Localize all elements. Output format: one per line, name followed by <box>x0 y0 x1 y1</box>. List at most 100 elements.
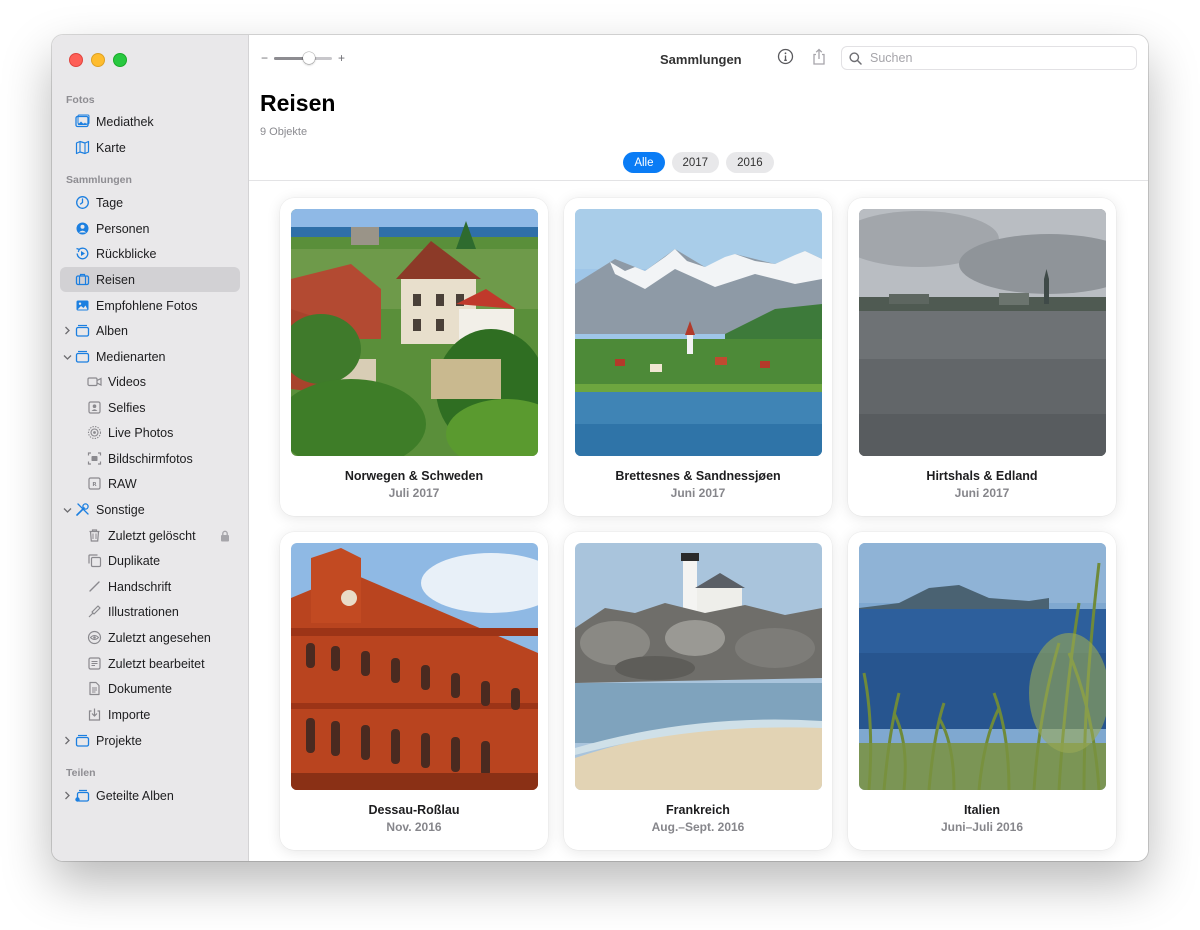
filter-chip-2016[interactable]: 2016 <box>726 152 774 173</box>
trip-photo[interactable] <box>291 209 538 456</box>
info-icon <box>777 48 794 70</box>
trip-card[interactable]: Brettesnes & Sandnessjøen Juni 2017 <box>564 198 832 516</box>
sidebar-item-tage[interactable]: Tage <box>60 190 240 215</box>
pencil-icon <box>87 579 102 594</box>
sidebar-item-label: RAW <box>108 476 137 491</box>
sidebar-item-label: Videos <box>108 374 146 389</box>
sidebar-item-label: Alben <box>96 323 128 338</box>
sidebar-item-sonstige[interactable]: Sonstige <box>60 497 240 522</box>
sidebar-item-duplikate[interactable]: Duplikate <box>60 548 240 573</box>
sidebar-item-label: Dokumente <box>108 681 172 696</box>
clock-icon <box>75 195 90 210</box>
section-label-teilen: Teilen <box>66 767 96 779</box>
share-icon <box>811 48 827 71</box>
sidebar-item-label: Mediathek <box>96 114 154 129</box>
sidebar-item-live-photos[interactable]: Live Photos <box>60 420 240 445</box>
trip-date: Juli 2017 <box>388 486 440 500</box>
sidebar-item-personen[interactable]: Personen <box>60 216 240 241</box>
sidebar-item-importe[interactable]: Importe <box>60 702 240 727</box>
sidebar-item-selfies[interactable]: Selfies <box>60 395 240 420</box>
trip-title: Hirtshals & Edland <box>926 469 1038 483</box>
sidebar-item-reisen[interactable]: Reisen <box>60 267 240 292</box>
chevron-down-icon[interactable] <box>62 352 72 362</box>
trip-card[interactable]: Frankreich Aug.–Sept. 2016 <box>564 532 832 850</box>
trip-card[interactable]: Hirtshals & Edland Juni 2017 <box>848 198 1116 516</box>
toolbar-title: Sammlungen <box>660 52 742 67</box>
video-icon <box>87 374 102 389</box>
close-window-button[interactable] <box>69 53 83 67</box>
featured-photos-icon <box>75 298 90 313</box>
chevron-right-icon[interactable] <box>62 736 72 746</box>
sidebar-item-label: Importe <box>108 707 151 722</box>
minimize-window-button[interactable] <box>91 53 105 67</box>
fullscreen-window-button[interactable] <box>113 53 127 67</box>
sidebar-item-label: Selfies <box>108 400 146 415</box>
edited-icon <box>87 656 102 671</box>
sidebar-item-label: Duplikate <box>108 553 161 568</box>
sidebar-item-zuletzt-angesehen[interactable]: Zuletzt angesehen <box>60 625 240 650</box>
sidebar-item-label: Zuletzt angesehen <box>108 630 211 645</box>
sidebar-item-empfohlene-fotos[interactable]: Empfohlene Fotos <box>60 293 240 318</box>
sidebar-item-projekte[interactable]: Projekte <box>60 728 240 753</box>
year-filter: Alle 2017 2016 <box>249 152 1148 173</box>
zoom-out-button[interactable]: − <box>261 51 268 65</box>
trip-photo[interactable] <box>859 543 1106 790</box>
trip-photo[interactable] <box>291 543 538 790</box>
svg-text:R: R <box>92 482 97 488</box>
trip-card[interactable]: Norwegen & Schweden Juli 2017 <box>280 198 548 516</box>
trip-photo[interactable] <box>575 209 822 456</box>
sidebar-item-zuletzt-geloescht[interactable]: Zuletzt gelöscht <box>60 523 240 548</box>
sidebar-item-geteilte-alben[interactable]: Geteilte Alben <box>60 783 240 808</box>
zoom-control: − + <box>261 51 345 65</box>
zoom-slider[interactable] <box>274 51 333 64</box>
sidebar-item-label: Medienarten <box>96 349 166 364</box>
album-icon <box>75 323 90 338</box>
sidebar-item-raw[interactable]: R RAW <box>60 471 240 496</box>
sidebar-item-handschrift[interactable]: Handschrift <box>60 574 240 599</box>
trip-photo[interactable] <box>859 209 1106 456</box>
selfie-icon <box>87 400 102 415</box>
search-input[interactable] <box>868 50 1112 66</box>
sidebar-item-medienarten[interactable]: Medienarten <box>60 344 240 369</box>
sidebar-item-label: Reisen <box>96 272 135 287</box>
eye-icon <box>87 630 102 645</box>
item-count: 9 Objekte <box>260 126 308 138</box>
sidebar-item-rueckblicke[interactable]: Rückblicke <box>60 241 240 266</box>
chevron-down-icon[interactable] <box>62 505 72 515</box>
zoom-slider-knob[interactable] <box>302 51 315 64</box>
filter-chip-alle[interactable]: Alle <box>623 152 665 173</box>
sidebar-item-dokumente[interactable]: Dokumente <box>60 676 240 701</box>
sidebar-item-label: Zuletzt gelöscht <box>108 528 196 543</box>
trip-card[interactable]: Dessau-Roßlau Nov. 2016 <box>280 532 548 850</box>
map-icon <box>75 140 90 155</box>
sidebar-item-alben[interactable]: Alben <box>60 318 240 343</box>
toolbar: − + Sammlungen <box>249 35 1148 85</box>
trash-icon <box>87 528 102 543</box>
illustration-icon <box>87 604 102 619</box>
trip-title: Norwegen & Schweden <box>344 469 484 483</box>
chevron-right-icon[interactable] <box>62 326 72 336</box>
trip-date: Juni 2017 <box>670 486 726 500</box>
info-button[interactable] <box>775 48 795 70</box>
chevron-right-icon[interactable] <box>62 791 72 801</box>
section-label-sammlungen: Sammlungen <box>66 174 132 186</box>
sidebar-item-karte[interactable]: Karte <box>60 135 240 160</box>
zoom-in-button[interactable]: + <box>338 51 345 65</box>
sidebar-item-zuletzt-bearbeitet[interactable]: Zuletzt bearbeitet <box>60 651 240 676</box>
sidebar-item-illustrationen[interactable]: Illustrationen <box>60 599 240 624</box>
sidebar-item-label: Rückblicke <box>96 246 157 261</box>
share-button[interactable] <box>809 48 829 71</box>
album-icon <box>75 733 90 748</box>
filter-chip-2017[interactable]: 2017 <box>671 152 720 173</box>
trip-title: Dessau-Roßlau <box>368 803 460 817</box>
trip-date: Aug.–Sept. 2016 <box>651 820 745 834</box>
trip-photo[interactable] <box>575 543 822 790</box>
sidebar-item-bildschirmfotos[interactable]: Bildschirmfotos <box>60 446 240 471</box>
sidebar-item-videos[interactable]: Videos <box>60 369 240 394</box>
search-field <box>841 46 1137 70</box>
sidebar-item-mediathek[interactable]: Mediathek <box>60 109 240 134</box>
trip-card[interactable]: Italien Juni–Juli 2016 <box>848 532 1116 850</box>
lock-icon <box>220 530 230 542</box>
shared-album-icon <box>75 788 90 803</box>
sidebar-item-label: Handschrift <box>108 579 172 594</box>
